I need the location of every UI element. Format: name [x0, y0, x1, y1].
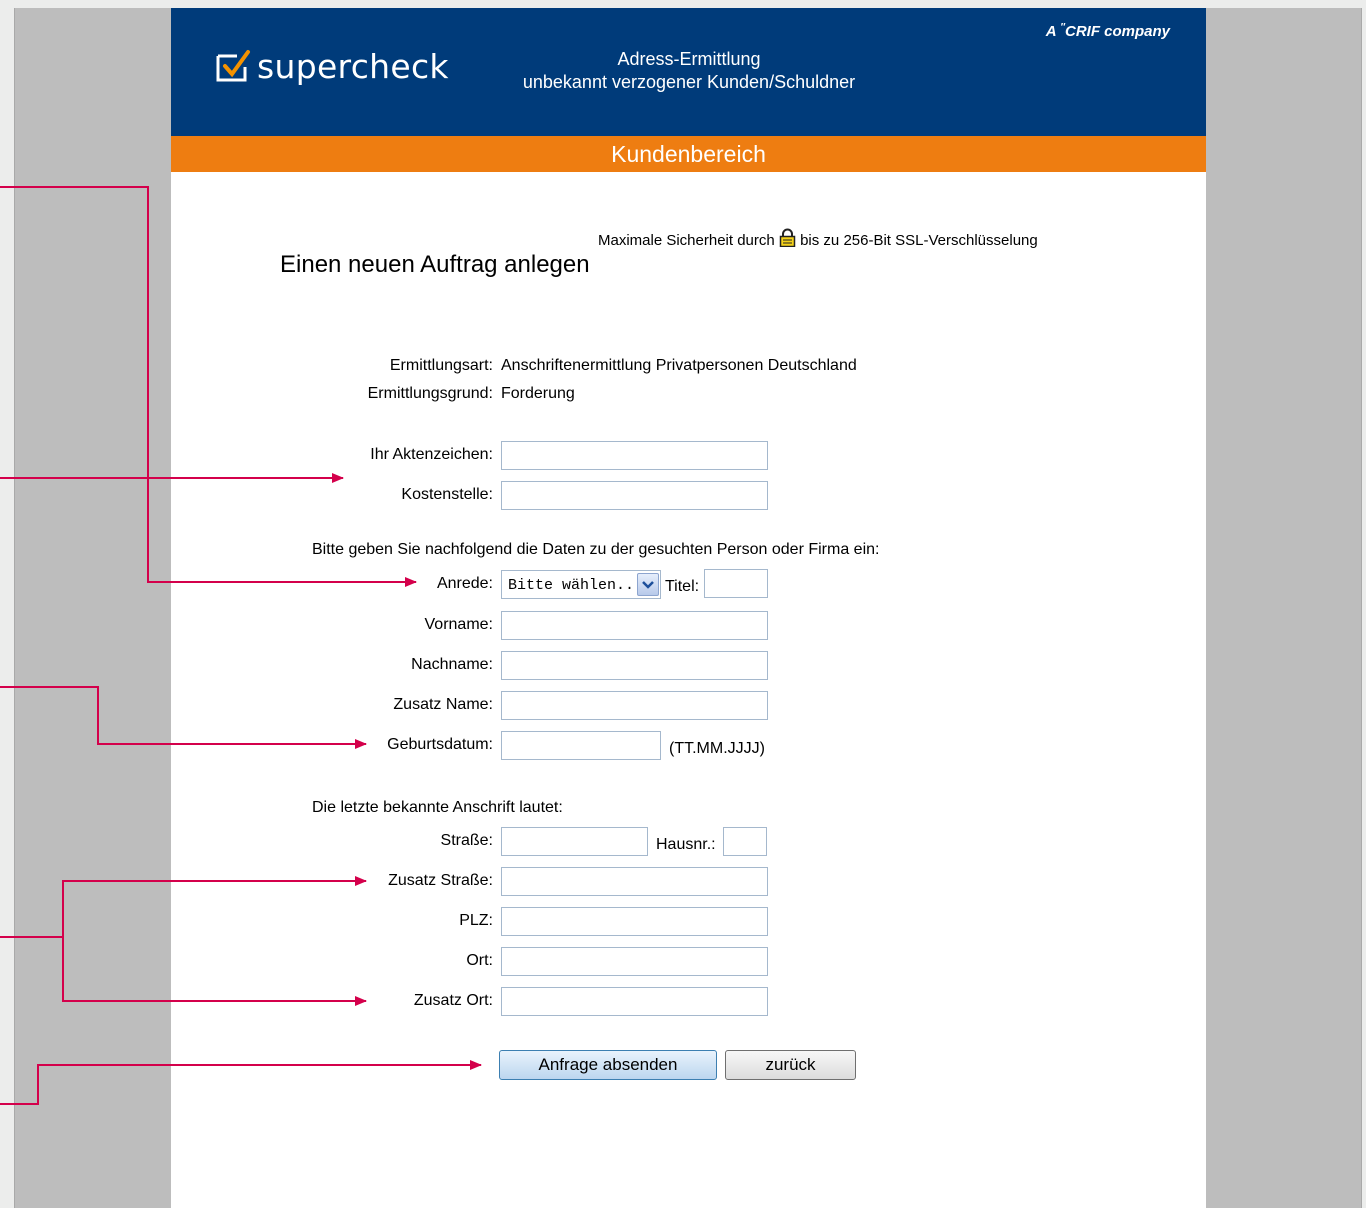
callout-arrows — [0, 186, 482, 1105]
arrow-anrede — [0, 186, 417, 587]
arrow-geburtsdatum — [0, 686, 367, 749]
arrow-submit — [0, 1060, 482, 1105]
arrow-zusatz-strasse — [0, 876, 367, 938]
arrow-zusatz-ort — [62, 937, 367, 1006]
